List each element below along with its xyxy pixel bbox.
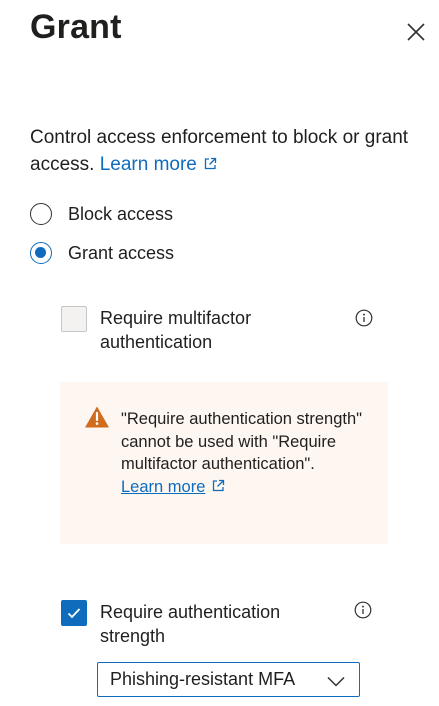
radio-label-grant: Grant access — [68, 242, 175, 263]
radio-grant-access[interactable]: Grant access — [30, 242, 174, 264]
warning-learn-more-link[interactable]: Learn more — [121, 478, 205, 496]
mfa-label: Require multifactor authentication — [100, 308, 252, 352]
auth-strength-dropdown[interactable]: Phishing-resistant MFA — [97, 662, 360, 697]
close-icon[interactable] — [404, 20, 428, 44]
radio-block-access[interactable]: Block access — [30, 203, 173, 225]
auth-strength-info-icon[interactable] — [354, 601, 372, 619]
panel-title: Grant — [30, 8, 122, 46]
intro-learn-more-label: Learn more — [99, 154, 197, 175]
radio-selected-dot — [35, 247, 46, 258]
chevron-down-icon — [327, 674, 345, 692]
warning-learn-more-label: Learn more — [121, 477, 206, 496]
intro-text: Control access enforcement to block or g… — [30, 124, 425, 179]
external-link-icon — [203, 152, 217, 179]
warning-text: "Require authentication strength" cannot… — [121, 408, 371, 499]
auth-strength-dropdown-value: Phishing-resistant MFA — [110, 669, 296, 689]
warning-external-link-icon — [211, 477, 225, 500]
radio-circle-block[interactable] — [30, 203, 52, 225]
auth-strength-option: Require authentication strength — [61, 600, 330, 648]
warning-message-bar: "Require authentication strength" cannot… — [60, 382, 388, 544]
checkmark-icon — [67, 608, 81, 619]
intro-description: Control access enforcement to block or g… — [30, 127, 409, 175]
radio-label-block: Block access — [68, 203, 174, 224]
auth-strength-checkbox[interactable] — [61, 600, 87, 626]
mfa-info-icon[interactable] — [355, 309, 373, 327]
intro-learn-more-link[interactable]: Learn more — [100, 154, 217, 175]
auth-strength-label: Require authentication strength — [100, 602, 281, 646]
mfa-option: Require multifactor authentication — [61, 306, 330, 354]
warning-icon — [84, 405, 110, 429]
mfa-checkbox[interactable] — [61, 306, 87, 332]
warning-description: "Require authentication strength" cannot… — [121, 410, 363, 473]
radio-circle-grant[interactable] — [30, 242, 52, 264]
